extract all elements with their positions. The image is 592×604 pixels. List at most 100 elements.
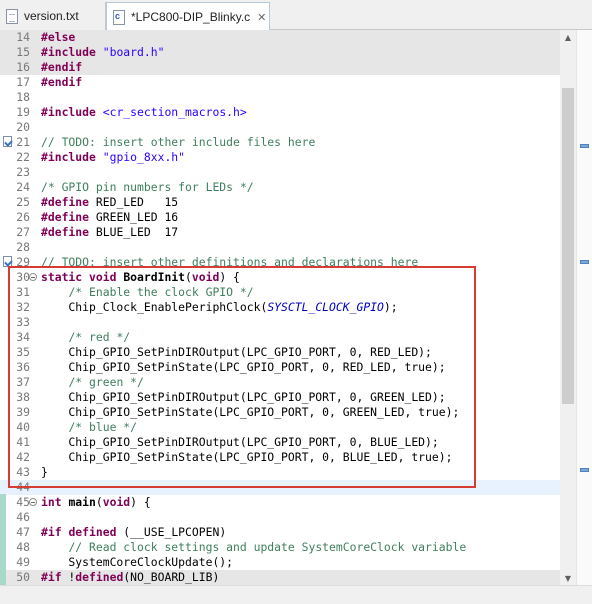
line-number: 14 bbox=[16, 30, 30, 44]
code-line[interactable]: 48 // Read clock settings and update Sys… bbox=[0, 540, 560, 555]
code-text: #define GREEN_LED 16 bbox=[41, 210, 178, 225]
code-line[interactable]: 39 Chip_GPIO_SetPinState(LPC_GPIO_PORT, … bbox=[0, 405, 560, 420]
line-number: 36 bbox=[16, 360, 30, 374]
overview-ruler[interactable] bbox=[576, 30, 592, 587]
task-marker[interactable] bbox=[580, 260, 589, 264]
editor-tab-bar: version.txt *LPC800-DIP_Blinky.c ✕ bbox=[0, 0, 592, 31]
code-token: void bbox=[102, 495, 131, 509]
tab-label: *LPC800-DIP_Blinky.c bbox=[131, 10, 251, 24]
code-line[interactable]: 41 Chip_GPIO_SetPinDIROutput(LPC_GPIO_PO… bbox=[0, 435, 560, 450]
tab-lpc800-dip-blinky-c[interactable]: *LPC800-DIP_Blinky.c ✕ bbox=[106, 2, 270, 31]
code-line[interactable]: 16 #endif bbox=[0, 60, 560, 75]
code-text: SystemCoreClockUpdate(); bbox=[41, 555, 233, 570]
code-line[interactable]: 23 bbox=[0, 165, 560, 180]
change-ruler-bar bbox=[0, 494, 6, 585]
code-line[interactable]: 49 SystemCoreClockUpdate(); bbox=[0, 555, 560, 570]
occurrence-marker[interactable] bbox=[580, 468, 589, 472]
code-text: #include "board.h" bbox=[41, 45, 164, 60]
code-line[interactable]: 46 bbox=[0, 510, 560, 525]
code-line[interactable]: 24 /* GPIO pin numbers for LEDs */ bbox=[0, 180, 560, 195]
code-token: void bbox=[89, 270, 117, 284]
fold-toggle-icon[interactable] bbox=[29, 498, 37, 506]
line-number: 27 bbox=[16, 225, 30, 239]
scroll-up-arrow-icon[interactable]: ▲ bbox=[560, 30, 576, 46]
code-text: Chip_GPIO_SetPinState(LPC_GPIO_PORT, 0, … bbox=[41, 405, 459, 420]
code-text: #define BLUE_LED 17 bbox=[41, 225, 178, 240]
code-line[interactable]: 15 #include "board.h" bbox=[0, 45, 560, 60]
line-number: 44 bbox=[16, 480, 30, 494]
code-line[interactable]: 35 Chip_GPIO_SetPinDIROutput(LPC_GPIO_PO… bbox=[0, 345, 560, 360]
code-text: static void BoardInit(void) { bbox=[41, 270, 240, 285]
code-line[interactable]: 45 int main(void) { bbox=[0, 495, 560, 510]
code-token: /* red */ bbox=[68, 330, 131, 344]
c-file-icon bbox=[113, 9, 125, 25]
code-line[interactable]: 30 static void BoardInit(void) { bbox=[0, 270, 560, 285]
code-text: /* Enable the clock GPIO */ bbox=[41, 285, 253, 300]
code-line[interactable]: 27 #define BLUE_LED 17 bbox=[0, 225, 560, 240]
code-line[interactable]: 42 Chip_GPIO_SetPinState(LPC_GPIO_PORT, … bbox=[0, 450, 560, 465]
code-token: main bbox=[68, 495, 96, 509]
code-line[interactable]: 43} bbox=[0, 465, 560, 480]
scrollbar-thumb[interactable] bbox=[562, 88, 574, 404]
code-token: Chip_Clock_EnablePeriphClock( bbox=[41, 300, 268, 314]
horizontal-scrollbar[interactable] bbox=[0, 585, 592, 604]
line-number: 38 bbox=[16, 390, 30, 404]
code-token: #include bbox=[41, 105, 96, 119]
code-token: Chip_GPIO_SetPinDIROutput(LPC_GPIO_PORT,… bbox=[41, 390, 446, 404]
code-text: Chip_GPIO_SetPinDIROutput(LPC_GPIO_PORT,… bbox=[41, 435, 439, 450]
code-text: #endif bbox=[41, 60, 82, 75]
vertical-scrollbar[interactable]: ▲ ▼ bbox=[560, 30, 576, 587]
code-token: Chip_GPIO_SetPinDIROutput(LPC_GPIO_PORT,… bbox=[41, 435, 439, 449]
code-line[interactable]: 21 // TODO: insert other include files he… bbox=[0, 135, 560, 150]
code-text: #include <cr_section_macros.h> bbox=[41, 105, 247, 120]
code-line[interactable]: 22 #include "gpio_8xx.h" bbox=[0, 150, 560, 165]
code-token: #define bbox=[41, 210, 90, 224]
code-line[interactable]: 36 Chip_GPIO_SetPinState(LPC_GPIO_PORT, … bbox=[0, 360, 560, 375]
code-editor[interactable]: 14 #else 15 #include "board.h" 16 #endif 17 #en… bbox=[0, 30, 592, 604]
code-text: Chip_GPIO_SetPinState(LPC_GPIO_PORT, 0, … bbox=[41, 360, 445, 375]
code-token: /* green */ bbox=[68, 375, 144, 389]
code-token: ( bbox=[95, 495, 103, 509]
line-number: 41 bbox=[16, 435, 30, 449]
code-line[interactable]: 33 bbox=[0, 315, 560, 330]
code-line[interactable]: 47 #if defined (__USE_LPCOPEN) bbox=[0, 525, 560, 540]
code-token: static bbox=[41, 270, 83, 284]
code-line[interactable]: 28 bbox=[0, 240, 560, 255]
task-marker[interactable] bbox=[580, 144, 589, 148]
code-line[interactable]: 40 /* blue */ bbox=[0, 420, 560, 435]
code-line[interactable]: 18 bbox=[0, 90, 560, 105]
code-token: <cr_section_macros.h> bbox=[102, 105, 247, 119]
code-line[interactable]: 26 #define GREEN_LED 16 bbox=[0, 210, 560, 225]
line-number: 26 bbox=[16, 210, 30, 224]
line-number: 22 bbox=[16, 150, 30, 164]
code-line[interactable]: 17 #endif bbox=[0, 75, 560, 90]
code-line[interactable]: 38 Chip_GPIO_SetPinDIROutput(LPC_GPIO_PO… bbox=[0, 390, 560, 405]
code-line[interactable]: 31 /* Enable the clock GPIO */ bbox=[0, 285, 560, 300]
code-line[interactable]: 32 Chip_Clock_EnablePeriphClock(SYSCTL_C… bbox=[0, 300, 560, 315]
code-token: defined bbox=[68, 525, 117, 539]
code-line[interactable]: 19 #include <cr_section_macros.h> bbox=[0, 105, 560, 120]
code-line[interactable]: 37 /* green */ bbox=[0, 375, 560, 390]
code-line[interactable]: 44 bbox=[0, 480, 560, 495]
code-text: Chip_GPIO_SetPinDIROutput(LPC_GPIO_PORT,… bbox=[41, 345, 431, 360]
code-line[interactable]: 20 bbox=[0, 120, 560, 135]
code-line[interactable]: 34 /* red */ bbox=[0, 330, 560, 345]
code-token: defined bbox=[75, 570, 124, 584]
line-number: 20 bbox=[16, 120, 30, 134]
line-number: 49 bbox=[16, 555, 30, 569]
code-line[interactable]: 29 // TODO: insert other definitions and … bbox=[0, 255, 560, 270]
code-line[interactable]: 50 #if !defined(NO_BOARD_LIB) bbox=[0, 570, 560, 585]
code-text: #define RED_LED 15 bbox=[41, 195, 178, 210]
close-icon[interactable]: ✕ bbox=[257, 11, 266, 24]
line-number: 40 bbox=[16, 420, 30, 434]
code-text: Chip_GPIO_SetPinDIROutput(LPC_GPIO_PORT,… bbox=[41, 390, 446, 405]
code-line[interactable]: 14 #else bbox=[0, 30, 560, 45]
tab-version-txt[interactable]: version.txt bbox=[0, 2, 106, 30]
code-token: RED_LED 15 bbox=[89, 195, 179, 209]
code-line[interactable]: 25 #define RED_LED 15 bbox=[0, 195, 560, 210]
code-text: /* red */ bbox=[41, 330, 130, 345]
fold-toggle-icon[interactable] bbox=[29, 273, 37, 281]
